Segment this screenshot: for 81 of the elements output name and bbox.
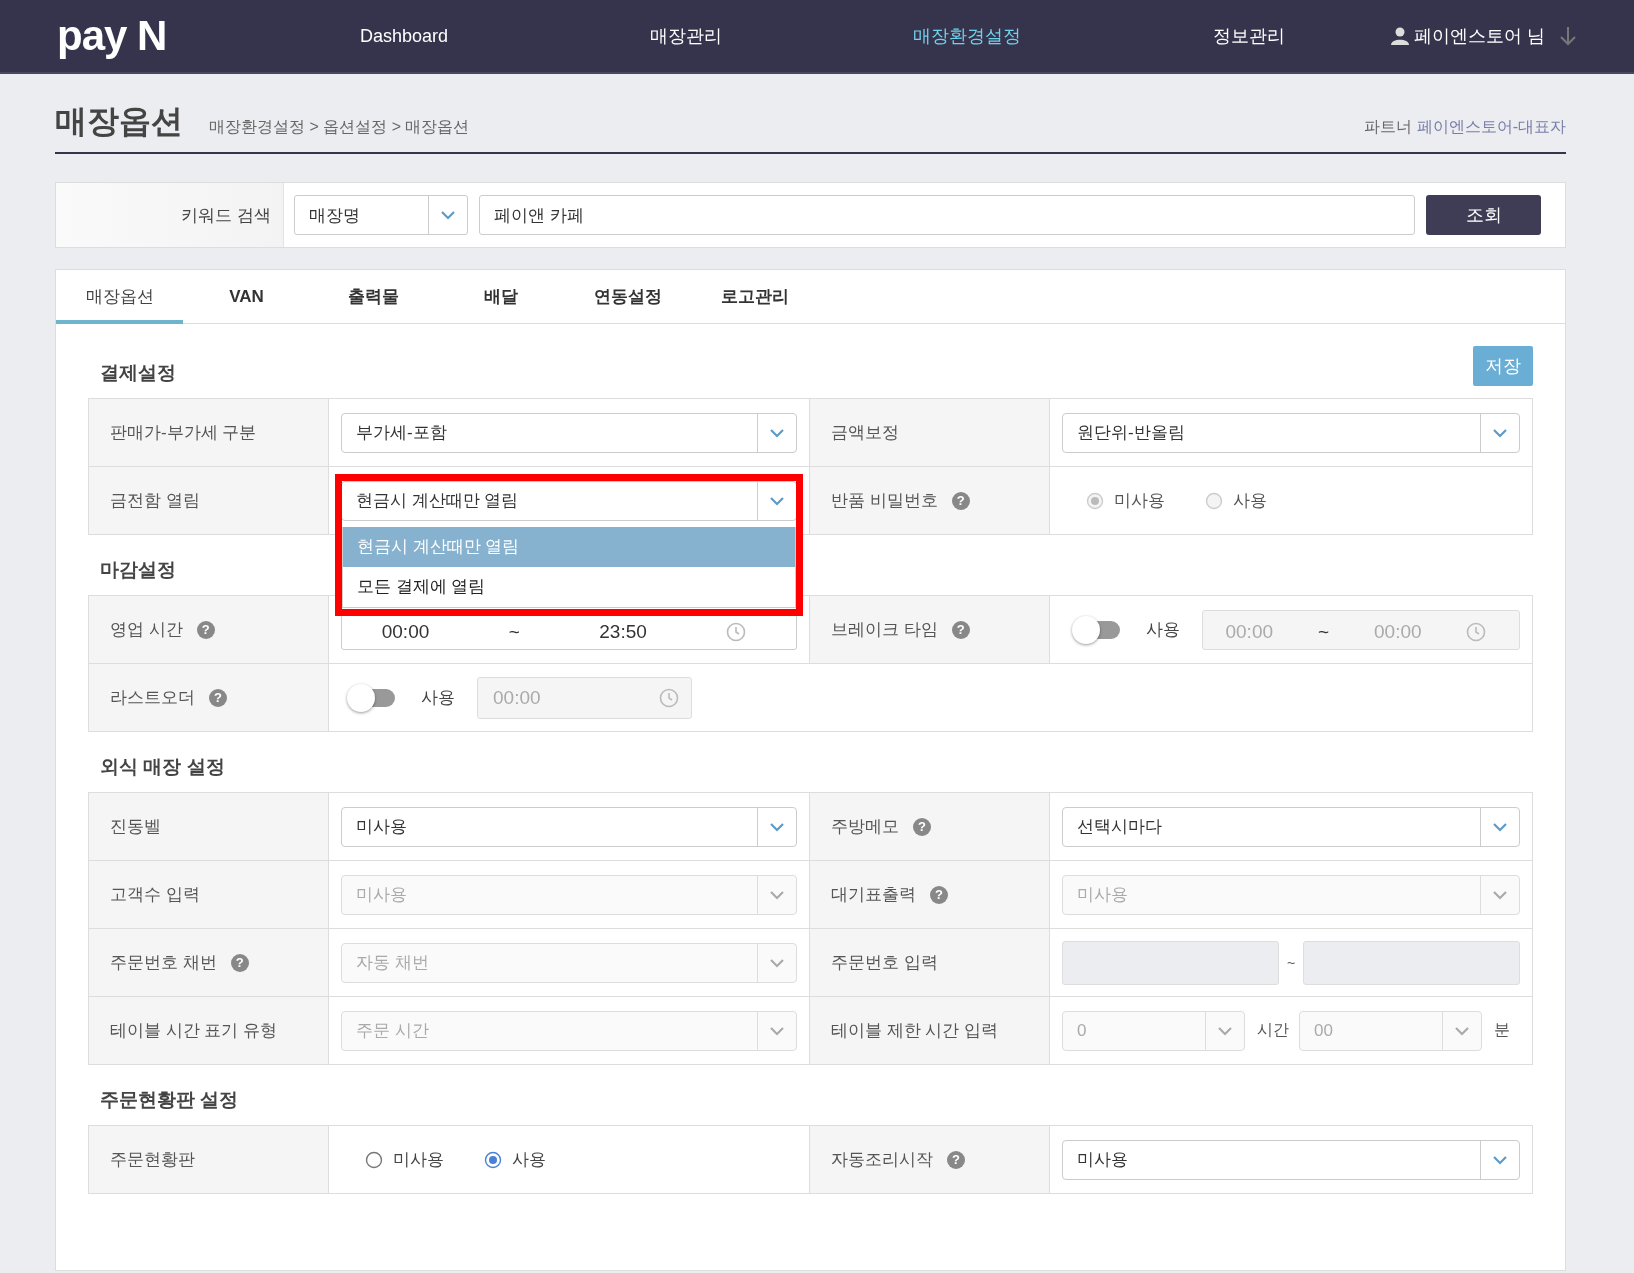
section-title: 마감설정: [99, 558, 176, 582]
select-field[interactable]: 원단위-반올림: [1062, 412, 1520, 453]
select-field[interactable]: 선택시마다: [1062, 806, 1520, 847]
chevron-down-icon: [1492, 1154, 1508, 1165]
chevron-down-icon: [1492, 889, 1508, 900]
help-icon[interactable]: ?: [951, 491, 970, 510]
nav-item[interactable]: 정보관리: [1108, 24, 1390, 48]
field-label: 금전함 열림: [110, 490, 200, 512]
field-label: 대기표출력: [831, 884, 916, 906]
toggle-label: 사용: [421, 687, 455, 709]
field-label: 판매가-부가세 구분: [110, 422, 257, 444]
chevron-down-icon: [1492, 427, 1508, 438]
field-label: 테이블 시간 표기 유형: [110, 1020, 278, 1042]
field-label: 주문현황판: [110, 1149, 195, 1171]
dropdown-option[interactable]: 모든 결제에 열림: [343, 567, 795, 607]
section-title: 주문현황판 설정: [99, 1088, 239, 1112]
arrow-down-icon[interactable]: [1559, 25, 1577, 47]
breadcrumb: 매장환경설정 > 옵션설정 > 매장옵션: [209, 117, 470, 137]
chevron-down-icon: [1217, 1025, 1233, 1036]
chevron-down-icon: [769, 821, 785, 832]
chevron-down-icon: [1454, 1025, 1470, 1036]
help-icon[interactable]: ?: [930, 885, 948, 904]
tab[interactable]: 연동설정: [564, 270, 691, 324]
range-separator: ~: [1286, 954, 1296, 971]
clock-icon: [726, 621, 747, 642]
field-label: 주문번호 입력: [831, 952, 938, 974]
select-field[interactable]: 부가세-포함: [341, 412, 797, 453]
help-icon[interactable]: ?: [209, 688, 227, 707]
help-icon[interactable]: ?: [230, 953, 249, 972]
tab[interactable]: VAN: [183, 270, 310, 324]
unit-label: 분: [1494, 1020, 1510, 1040]
field-label: 고객수 입력: [110, 884, 200, 906]
unit-label: 시간: [1257, 1020, 1289, 1040]
radio-option[interactable]: 미사용: [365, 1148, 444, 1171]
field-label: 테이블 제한 시간 입력: [831, 1020, 999, 1042]
tab[interactable]: 출력물: [310, 270, 437, 324]
chevron-down-icon: [769, 427, 785, 438]
section-title: 외식 매장 설정: [99, 755, 225, 779]
nav-item[interactable]: 매장환경설정: [826, 24, 1109, 48]
logo[interactable]: pay N: [57, 12, 264, 60]
chevron-down-icon: [1492, 821, 1508, 832]
field-label: 브레이크 타임: [831, 619, 938, 641]
field-label: 영업 시간: [110, 619, 183, 641]
chevron-down-icon: [769, 957, 785, 968]
field-label: 주문번호 채번: [110, 952, 217, 974]
section-title: 결제설정: [99, 361, 176, 385]
field-label: 반품 비밀번호: [831, 490, 938, 512]
tab[interactable]: 매장옵션: [56, 270, 183, 324]
search-type-select[interactable]: 매장명: [294, 195, 468, 235]
radio-option[interactable]: 사용: [484, 1148, 546, 1171]
user-icon: [1390, 26, 1410, 46]
chevron-down-icon: [769, 889, 785, 900]
field-label: 진동벨: [110, 816, 161, 838]
field-label: 자동조리시작: [831, 1149, 933, 1171]
search-field[interactable]: 페이앤 카페: [479, 195, 1415, 235]
partner-label: 파트너: [1363, 117, 1412, 137]
tab[interactable]: 배달: [437, 270, 564, 324]
help-icon[interactable]: ?: [913, 817, 931, 836]
chevron-down-icon: [769, 1025, 785, 1036]
field-label: 주방메모: [831, 816, 899, 838]
select-field[interactable]: 현금시 계산때만 열림: [341, 480, 797, 521]
select-field[interactable]: 미사용: [341, 806, 797, 847]
nav-item[interactable]: Dashboard: [263, 25, 545, 47]
search-label: 키워드 검색: [56, 183, 284, 247]
chevron-down-icon: [769, 495, 785, 506]
help-icon[interactable]: ?: [951, 620, 970, 639]
chevron-down-icon: [440, 210, 456, 220]
nav-item[interactable]: 매장관리: [544, 24, 827, 48]
select-field[interactable]: 미사용: [1062, 1139, 1520, 1180]
page-title: 매장옵션: [55, 102, 183, 141]
clock-icon: [659, 687, 679, 708]
help-icon[interactable]: ?: [947, 1150, 965, 1169]
toggle-label: 사용: [1146, 619, 1180, 641]
clock-icon: [1466, 621, 1487, 642]
help-icon[interactable]: ?: [196, 620, 215, 639]
field-label: 라스트오더: [110, 687, 195, 709]
partner-name: 페이엔스토어-대표자: [1416, 117, 1566, 137]
field-label: 금액보정: [831, 422, 899, 444]
tab[interactable]: 로고관리: [691, 270, 818, 324]
search-button[interactable]: 조회: [1426, 195, 1541, 235]
user-name[interactable]: 페이엔스토어 님: [1414, 24, 1545, 48]
